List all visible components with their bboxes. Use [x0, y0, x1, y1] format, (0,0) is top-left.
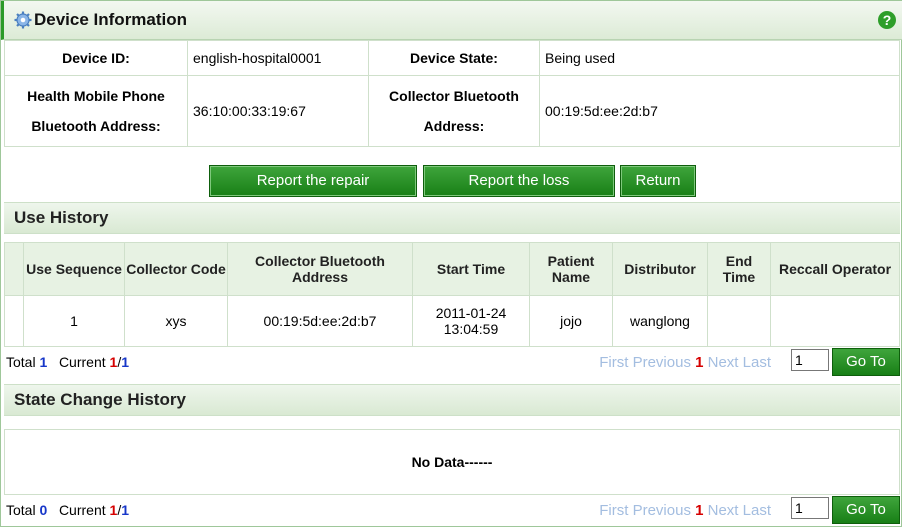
next-page-link[interactable]: Next [708, 502, 739, 519]
col-patient-name: Patient Name [529, 242, 613, 296]
use-history-table: Use Sequence Collector Code Collector Bl… [4, 242, 900, 347]
row-spacer [4, 295, 24, 347]
first-page-link[interactable]: First [599, 354, 628, 371]
go-to-button[interactable]: Go To [832, 496, 900, 524]
cell-operator [770, 295, 900, 347]
device-state-value: Being used [539, 40, 900, 76]
previous-page-link[interactable]: Previous [633, 354, 691, 371]
page-number-input[interactable] [791, 497, 829, 519]
pager-summary: Total 0 Current 1/1 [6, 502, 129, 518]
table-row[interactable]: 1 xys 00:19:5d:ee:2d:b7 2011-01-24 13:04:… [4, 295, 900, 347]
col-end-time: End Time [707, 242, 771, 296]
header-spacer [4, 242, 24, 296]
pager-nav: First Previous 1 Next Last [599, 502, 771, 519]
previous-page-link[interactable]: Previous [633, 502, 691, 519]
report-loss-button[interactable]: Report the loss [423, 165, 615, 197]
state-history-header: State Change History [4, 384, 900, 416]
page-title: Device Information [34, 10, 188, 29]
first-page-link[interactable]: First [599, 502, 628, 519]
col-distributor: Distributor [612, 242, 708, 296]
device-id-value: english-hospital0001 [187, 40, 369, 76]
pager-nav: First Previous 1 Next Last [599, 354, 771, 371]
collector-bluetooth-value: 00:19:5d:ee:2d:b7 [539, 75, 900, 147]
cell-end-time [707, 295, 771, 347]
cell-address: 00:19:5d:ee:2d:b7 [227, 295, 413, 347]
col-collector-code: Collector Code [124, 242, 228, 296]
cell-start-time: 2011-01-24 13:04:59 [412, 295, 530, 347]
use-history-title: Use History [14, 208, 109, 227]
phone-bluetooth-label: Health Mobile Phone Bluetooth Address: [4, 75, 188, 147]
gear-icon [14, 11, 32, 29]
cell-seq: 1 [23, 295, 125, 347]
device-state-label: Device State: [368, 40, 540, 76]
empty-state-message: No Data------ [4, 429, 900, 495]
next-page-link[interactable]: Next [708, 354, 739, 371]
page-number-input[interactable] [791, 349, 829, 371]
phone-bluetooth-value: 36:10:00:33:19:67 [187, 75, 369, 147]
last-page-link[interactable]: Last [743, 502, 771, 519]
col-collector-address: Collector Bluetooth Address [227, 242, 413, 296]
device-info-table: Device ID: english-hospital0001 Device S… [4, 40, 900, 147]
panel-header: Device Information ? [1, 1, 902, 40]
pager-summary: Total 1 Current 1/1 [6, 354, 129, 370]
collector-bluetooth-label: Collector Bluetooth Address: [368, 75, 540, 147]
go-to-button[interactable]: Go To [832, 348, 900, 376]
last-page-link[interactable]: Last [743, 354, 771, 371]
help-icon[interactable]: ? [878, 11, 896, 29]
cell-code: xys [124, 295, 228, 347]
device-info-panel: Device Information ? Device ID: english-… [0, 0, 902, 527]
return-button[interactable]: Return [620, 165, 696, 197]
state-history-title: State Change History [14, 390, 186, 409]
cell-distributor: wanglong [612, 295, 708, 347]
col-recall-operator: Reccall Operator [770, 242, 900, 296]
use-history-header: Use History [4, 202, 900, 234]
table-header-row: Use Sequence Collector Code Collector Bl… [4, 242, 900, 296]
current-page-number: 1 [695, 354, 704, 371]
device-id-label: Device ID: [4, 40, 188, 76]
use-history-pager: Total 1 Current 1/1 First Previous 1 Nex… [4, 345, 900, 376]
current-page-number: 1 [695, 502, 704, 519]
state-history-pager: Total 0 Current 1/1 First Previous 1 Nex… [4, 493, 900, 524]
action-bar: Report the repair Report the loss Return [4, 161, 900, 201]
cell-patient: jojo [529, 295, 613, 347]
col-start-time: Start Time [412, 242, 530, 296]
report-repair-button[interactable]: Report the repair [209, 165, 417, 197]
col-use-sequence: Use Sequence [23, 242, 125, 296]
